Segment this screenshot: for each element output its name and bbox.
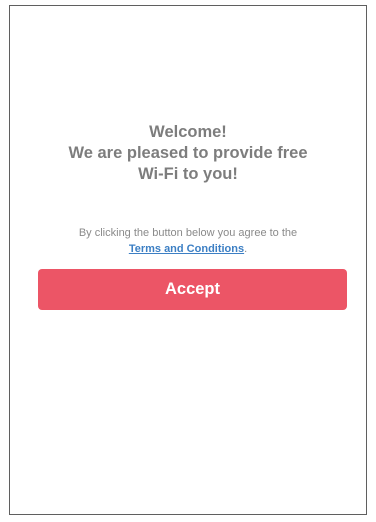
welcome-line-2: We are pleased to provide free bbox=[68, 144, 308, 162]
welcome-heading: Welcome! bbox=[149, 123, 227, 141]
terms-and-conditions-link[interactable]: Terms and Conditions bbox=[129, 243, 244, 255]
welcome-line-3: Wi-Fi to you! bbox=[138, 165, 238, 183]
consent-suffix: . bbox=[244, 243, 248, 255]
consent-text: By clicking the button below you agree t… bbox=[78, 227, 298, 239]
terms-consent: By clicking the button below you agree t… bbox=[10, 225, 366, 257]
accept-button[interactable]: Accept bbox=[38, 269, 347, 310]
captive-portal-frame: Welcome! We are pleased to provide free … bbox=[9, 5, 367, 515]
consent-link-line: Terms and Conditions. bbox=[10, 241, 366, 257]
welcome-message: Welcome! We are pleased to provide free … bbox=[10, 122, 366, 185]
